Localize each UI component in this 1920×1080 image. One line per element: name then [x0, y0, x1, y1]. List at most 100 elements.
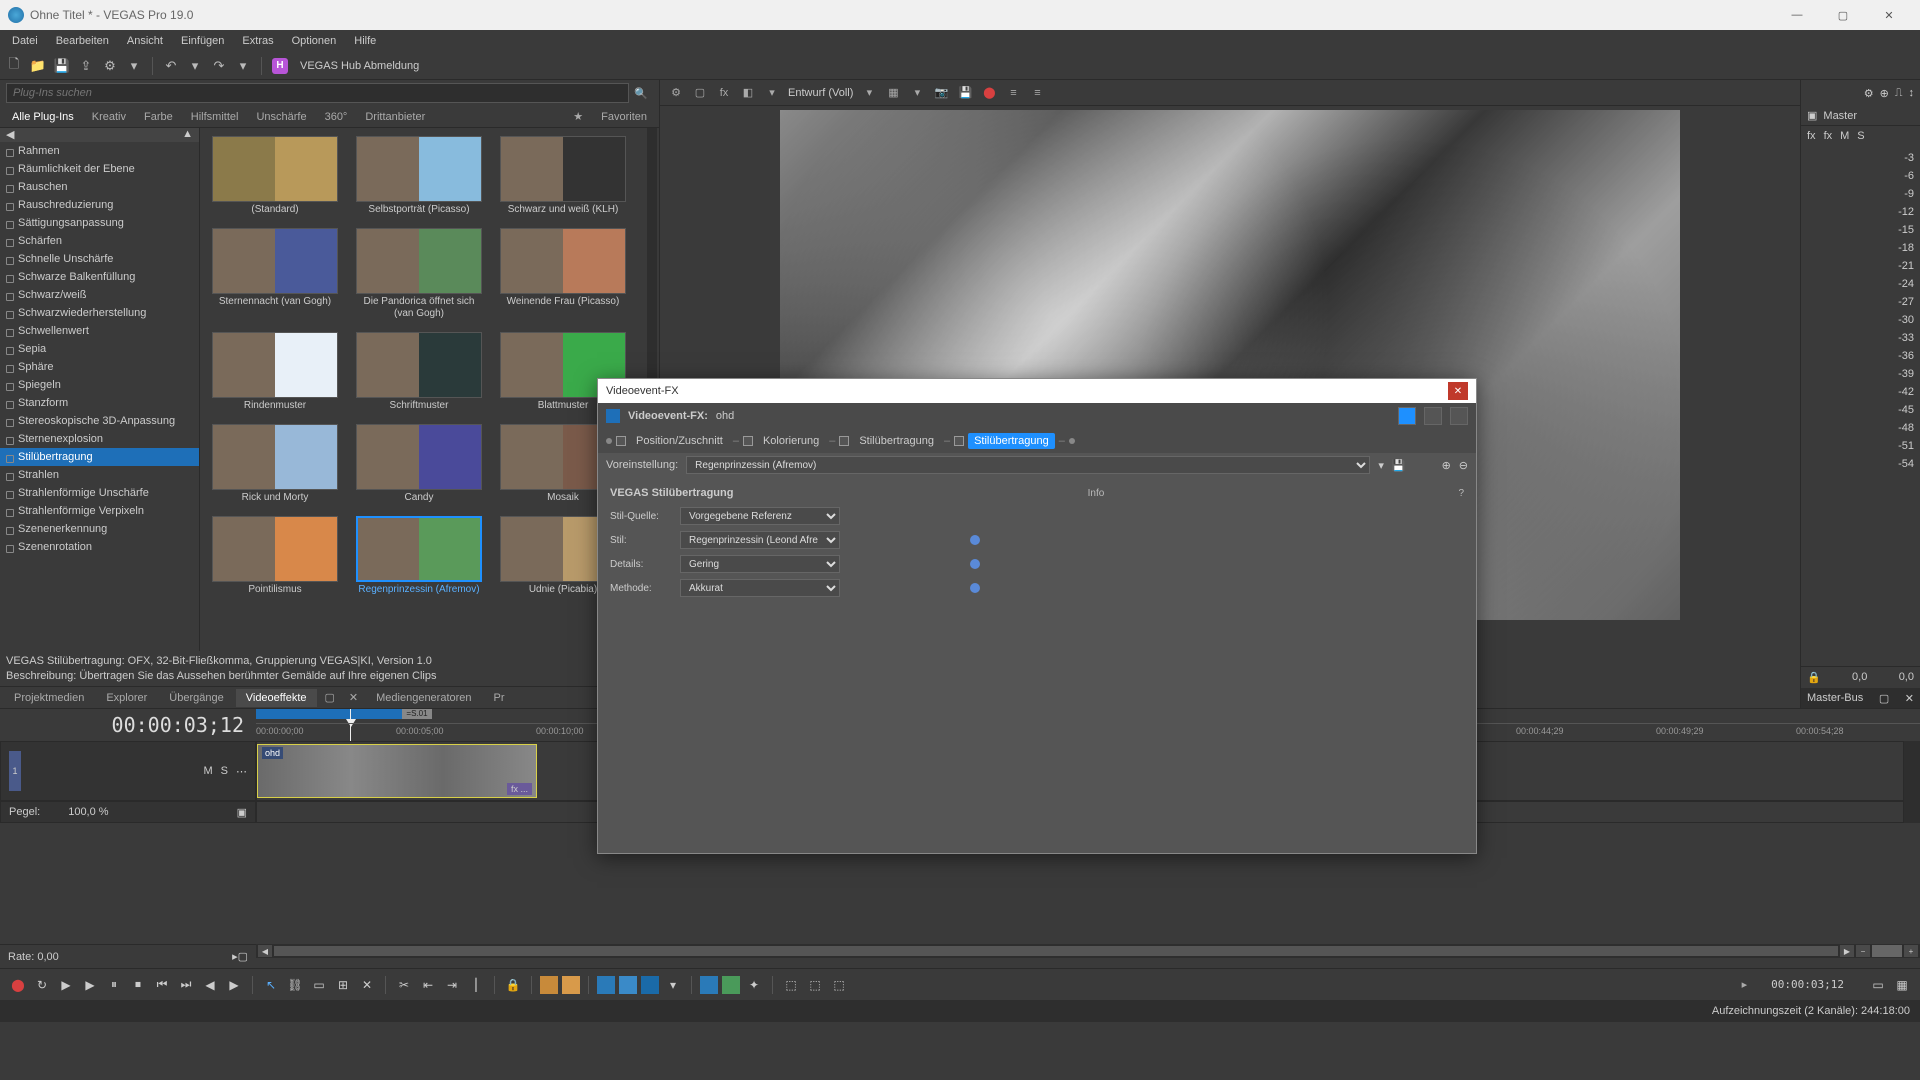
dd3-icon[interactable]: ▾: [909, 85, 925, 101]
snap-button[interactable]: ⊞: [333, 975, 353, 995]
level-value[interactable]: 100,0 %: [68, 806, 108, 818]
keyframe-icon[interactable]: [970, 535, 980, 545]
preset-select[interactable]: Regenprinzessin (Afremov): [686, 456, 1370, 474]
fx-param-select[interactable]: Akkurat: [680, 579, 840, 597]
plugin-item[interactable]: Sepia: [0, 340, 199, 358]
project-props-icon[interactable]: ⚙: [668, 85, 684, 101]
mixer-icon[interactable]: ⎍: [1895, 87, 1903, 100]
fx-chain-node[interactable]: Position/Zuschnitt: [630, 433, 729, 449]
properties-icon[interactable]: ⚙: [102, 58, 118, 74]
menu-optionen[interactable]: Optionen: [284, 33, 345, 49]
save-icon[interactable]: 💾: [54, 58, 70, 74]
videoevent-fx-dialog[interactable]: Videoevent-FX ✕ Videoevent-FX: ohd Posit…: [597, 378, 1477, 854]
tab-close-icon[interactable]: ✕: [343, 688, 364, 707]
search-input[interactable]: [6, 83, 629, 103]
next-frame-button[interactable]: ▶: [224, 975, 244, 995]
tab-all[interactable]: Alle Plug-Ins: [4, 108, 82, 126]
tab-mediengen[interactable]: Mediengeneratoren: [366, 689, 481, 707]
new-icon[interactable]: 🗋: [6, 58, 22, 74]
timeline-hscroll[interactable]: ◀▶ −+: [256, 944, 1920, 958]
plugin-item[interactable]: Räumlichkeit der Ebene: [0, 160, 199, 178]
plugin-item[interactable]: Schärfen: [0, 232, 199, 250]
fx-chain-node[interactable]: Stilübertragung: [968, 433, 1055, 449]
record-button[interactable]: ⬤: [8, 975, 28, 995]
preset-item[interactable]: Rindenmuster: [212, 332, 338, 412]
preset-item[interactable]: Selbstporträt (Picasso): [356, 136, 482, 216]
prev-frame-button[interactable]: ◀: [200, 975, 220, 995]
plugin-item[interactable]: Rahmen: [0, 142, 199, 160]
preset-item[interactable]: Weinende Frau (Picasso): [500, 228, 626, 320]
fx-view3-button[interactable]: [1450, 407, 1468, 425]
plugin-item[interactable]: Sternenexplosion: [0, 430, 199, 448]
preset-item[interactable]: Regenprinzessin (Afremov): [356, 516, 482, 596]
preset-save-icon[interactable]: 💾: [1392, 459, 1406, 472]
menu-datei[interactable]: Datei: [4, 33, 46, 49]
preset-item[interactable]: (Standard): [212, 136, 338, 216]
hub-label[interactable]: VEGAS Hub Abmeldung: [300, 60, 419, 72]
plugin-item[interactable]: Schwellenwert: [0, 322, 199, 340]
fx-chain-icon[interactable]: [606, 409, 620, 423]
clip-fx-badge[interactable]: fx ...: [507, 783, 532, 795]
plugin-item[interactable]: Strahlenförmige Unschärfe: [0, 484, 199, 502]
fx-param-select[interactable]: Regenprinzessin (Leond Afre: [680, 531, 840, 549]
record-preview-icon[interactable]: ⬤: [981, 85, 997, 101]
split-icon[interactable]: ◧: [740, 85, 756, 101]
gear-icon[interactable]: ⚙: [1864, 87, 1874, 100]
fx-bypass-checkbox[interactable]: [954, 436, 964, 446]
save-snap-icon[interactable]: 💾: [957, 85, 973, 101]
render-icon[interactable]: ⇪: [78, 58, 94, 74]
fx-param-select[interactable]: Vorgegebene Referenz: [680, 507, 840, 525]
normal-tool-button[interactable]: ↖: [261, 975, 281, 995]
transport-timecode[interactable]: 00:00:03;12: [1771, 978, 1844, 991]
search-icon[interactable]: 🔍: [629, 87, 653, 100]
bus-pin-icon[interactable]: ▢: [1879, 692, 1889, 705]
master-mute[interactable]: M: [1840, 130, 1849, 142]
fx-bypass-checkbox[interactable]: [616, 436, 626, 446]
pause-button[interactable]: ⏸: [104, 975, 124, 995]
faders-icon[interactable]: ↕: [1909, 87, 1915, 99]
plugin-item[interactable]: Schwarze Balkenfüllung: [0, 268, 199, 286]
master-fx1[interactable]: fx: [1807, 130, 1816, 142]
fx-view1-button[interactable]: [1398, 407, 1416, 425]
tool-b-button[interactable]: [619, 976, 637, 994]
play-button[interactable]: ▶: [80, 975, 100, 995]
plugin-item[interactable]: Sättigungsanpassung: [0, 214, 199, 232]
redo-icon[interactable]: ↷: [211, 58, 227, 74]
tab-360[interactable]: 360°: [317, 108, 356, 126]
plugin-item[interactable]: Schwarzwiederherstellung: [0, 304, 199, 322]
close-button[interactable]: ✕: [1866, 0, 1912, 30]
fx-info-link[interactable]: Info: [1088, 488, 1105, 499]
tool-a-button[interactable]: [597, 976, 615, 994]
bus-close-icon[interactable]: ✕: [1905, 692, 1914, 705]
rate-reset-icon[interactable]: ▸▢: [232, 950, 248, 963]
preset-item[interactable]: Die Pandorica öffnet sich (van Gogh): [356, 228, 482, 320]
trim-start-button[interactable]: ⇤: [418, 975, 438, 995]
fx-chain-node[interactable]: Kolorierung: [757, 433, 825, 449]
region-marker[interactable]: =S.01: [402, 709, 432, 719]
fx-bypass-checkbox[interactable]: [839, 436, 849, 446]
open-icon[interactable]: 📁: [30, 58, 46, 74]
master-solo[interactable]: S: [1857, 130, 1864, 142]
tool-g-button[interactable]: ⬚: [781, 975, 801, 995]
undo-dropdown-icon[interactable]: ▾: [187, 58, 203, 74]
tool-e-button[interactable]: [722, 976, 740, 994]
minimize-button[interactable]: —: [1774, 0, 1820, 30]
plugin-item[interactable]: Stanzform: [0, 394, 199, 412]
plugin-list[interactable]: ◀▲ RahmenRäumlichkeit der EbeneRauschenR…: [0, 128, 200, 651]
fx-chain-node[interactable]: Stilübertragung: [853, 433, 940, 449]
plugin-item[interactable]: Strahlen: [0, 466, 199, 484]
tab-unschaerfe[interactable]: Unschärfe: [248, 108, 314, 126]
tab-favoriten[interactable]: Favoriten: [593, 108, 655, 126]
preset-item[interactable]: Schriftmuster: [356, 332, 482, 412]
preset-item[interactable]: Candy: [356, 424, 482, 504]
track-number[interactable]: 1: [9, 751, 21, 791]
tab-pin-icon[interactable]: ▢: [319, 688, 341, 707]
plugin-item[interactable]: Schwarz/weiß: [0, 286, 199, 304]
plugin-item[interactable]: Strahlenförmige Verpixeln: [0, 502, 199, 520]
plugin-item[interactable]: Szenenerkennung: [0, 520, 199, 538]
menu-einfuegen[interactable]: Einfügen: [173, 33, 232, 49]
dd-icon[interactable]: ▾: [764, 85, 780, 101]
lock-icon[interactable]: 🔒: [1807, 671, 1821, 684]
go-start-button[interactable]: ⏮: [152, 975, 172, 995]
stop-button[interactable]: ⏹: [128, 975, 148, 995]
